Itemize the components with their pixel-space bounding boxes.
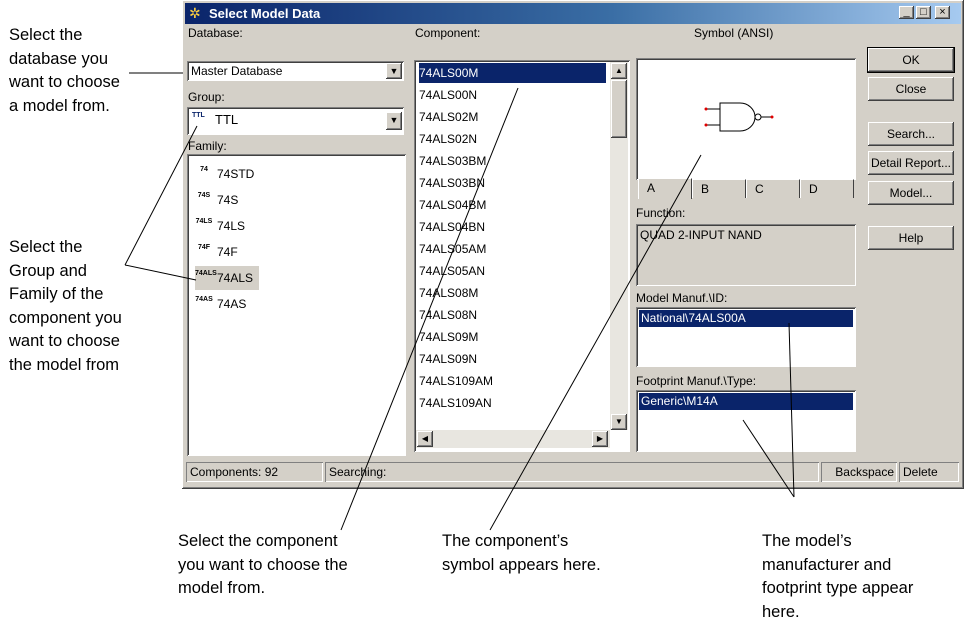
footprint-value[interactable]: Generic\M14A [639,393,853,410]
component-item[interactable]: 74ALS02M [419,107,606,127]
chevron-down-icon[interactable]: ▼ [386,112,402,130]
scroll-thumb[interactable] [611,80,627,138]
annotation-symbol: The component’s symbol appears here. [442,532,601,574]
nand-gate-symbol [704,102,774,132]
help-button[interactable]: Help [868,226,954,250]
chip-icon: 74S [197,191,211,199]
component-item[interactable]: 74ALS03BM [419,151,606,171]
family-label: Family: [188,139,227,153]
family-item-label: 74AS [217,297,247,311]
function-label: Function: [636,206,686,220]
family-item-label: 74F [217,245,238,259]
component-item[interactable]: 74ALS00M [419,63,606,83]
family-item[interactable]: 74AS 74AS [195,292,246,316]
chip-icon: 74 [200,165,208,173]
ttl-group-icon: TTL [192,112,205,119]
status-delete: Delete [899,462,959,482]
close-window-button[interactable]: × [935,6,950,19]
family-item[interactable]: 74LS 74LS [195,214,245,238]
status-searching: Searching: [325,462,819,482]
group-value: TTL [215,112,239,127]
family-item-label: 74ALS [217,271,254,285]
family-item-label: 74LS [217,219,246,233]
ok-button[interactable]: OK [868,48,954,72]
chip-icon: 74F [197,243,211,251]
maximize-button[interactable]: □ [916,6,931,19]
tab-d[interactable]: D [800,179,854,198]
component-item[interactable]: 74ALS09N [419,349,606,369]
select-model-dialog: ✲ Select Model Data _ □ × Database: Mast… [182,0,964,489]
model-manuf-value[interactable]: National\74ALS00A [639,310,853,327]
group-dropdown[interactable]: TTL TTL ▼ [187,107,404,135]
tab-b[interactable]: B [692,179,746,198]
component-item[interactable]: 74ALS05AN [419,261,606,281]
close-button[interactable]: Close [868,77,954,101]
status-backspace: Backspace [821,462,897,482]
status-components: Components: 92 [186,462,323,482]
component-item[interactable]: 74ALS08M [419,283,606,303]
dialog-title: Select Model Data [209,6,321,21]
chip-icon: 74ALS [195,269,217,277]
component-item[interactable]: 74ALS02N [419,129,606,149]
chip-icon: 74LS [195,217,213,225]
scroll-right-icon[interactable]: ▶ [592,431,608,447]
component-item[interactable]: 74ALS08N [419,305,606,325]
detail-report-button[interactable]: Detail Report... [868,151,954,175]
database-value: Master Database [191,64,283,78]
footprint-list[interactable]: Generic\M14A [636,390,856,452]
annotation-component: Select the component you want to choose … [178,532,348,597]
component-item[interactable]: 74ALS03BN [419,173,606,193]
chevron-down-icon[interactable]: ▼ [386,63,402,79]
chip-icon: 74AS [195,295,213,303]
symbol-label: Symbol (ANSI) [694,26,774,40]
model-manuf-list[interactable]: National\74ALS00A [636,307,856,367]
annotation-group-family: Select the Group and Family of the compo… [9,238,122,374]
component-item[interactable]: 74ALS04BM [419,195,606,215]
family-item[interactable]: 74 74STD [195,162,254,186]
function-value: QUAD 2-INPUT NAND [640,228,762,242]
model-manuf-label: Model Manuf.\ID: [636,291,728,305]
component-item[interactable]: 74ALS09M [419,327,606,347]
database-label: Database: [188,26,243,40]
component-item[interactable]: 74ALS05AM [419,239,606,259]
database-dropdown[interactable]: Master Database ▼ [187,61,404,81]
scroll-down-icon[interactable]: ▼ [611,414,627,430]
component-list[interactable]: 74ALS00M 74ALS00N 74ALS02M 74ALS02N 74ALS03B… [414,60,630,452]
model-button[interactable]: Model... [868,181,954,205]
scroll-left-icon[interactable]: ◀ [417,431,433,447]
family-list[interactable]: 74 74STD 74S 74S 74LS 74LS 74F 74F 74ALS74AL… [187,154,406,456]
horizontal-scrollbar[interactable]: ◀ ▶ [416,430,610,448]
annotation-database: Select the database you want to choose a… [9,26,120,115]
search-button[interactable]: Search... [868,122,954,146]
tab-a[interactable]: A [638,178,692,199]
title-bar[interactable]: ✲ Select Model Data _ □ × [185,3,961,24]
footprint-label: Footprint Manuf.\Type: [636,374,757,388]
component-item[interactable]: 74ALS109AN [419,393,606,413]
component-item[interactable]: 74ALS109AM [419,371,606,391]
vertical-scrollbar[interactable]: ▲ ▼ [610,62,628,430]
tab-c[interactable]: C [746,179,800,198]
component-item[interactable]: 74ALS04BN [419,217,606,237]
family-item[interactable]: 74S 74S [195,188,239,212]
component-item[interactable]: 74ALS00N [419,85,606,105]
component-label: Component: [415,26,481,40]
family-item-label: 74STD [217,167,255,181]
scroll-up-icon[interactable]: ▲ [611,63,627,79]
function-box: QUAD 2-INPUT NAND [636,224,856,286]
family-item-selected[interactable]: 74ALS74ALS [195,266,260,290]
family-item-label: 74S [217,193,239,207]
app-icon: ✲ [189,5,201,21]
minimize-button[interactable]: _ [899,6,914,19]
symbol-preview [636,58,856,180]
annotation-manufacturer: The model’s manufacturer and footprint t… [762,532,914,621]
group-label: Group: [188,90,225,104]
family-item[interactable]: 74F 74F [195,240,238,264]
